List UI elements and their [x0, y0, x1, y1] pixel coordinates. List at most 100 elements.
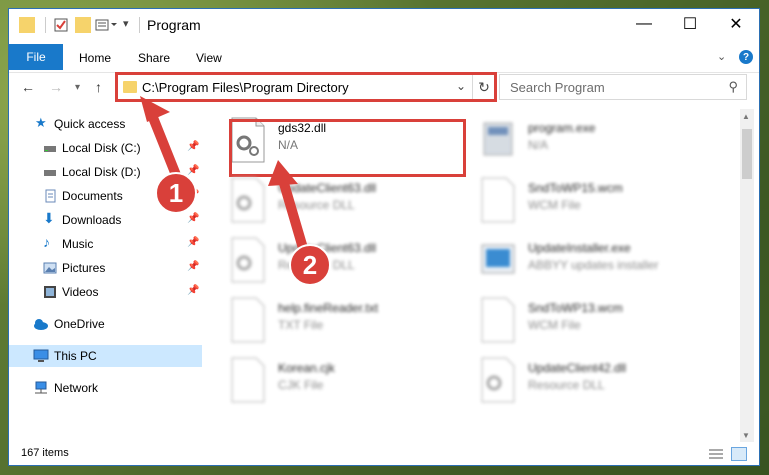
exe-file-icon — [480, 117, 516, 163]
details-view-icon[interactable] — [709, 447, 723, 459]
tab-view[interactable]: View — [196, 51, 222, 65]
pin-icon[interactable]: 📌 — [187, 261, 199, 272]
file-type: WCM File — [528, 198, 581, 212]
minimize-button[interactable]: — — [621, 9, 667, 39]
pin-icon[interactable]: 📌 — [187, 285, 199, 296]
sidebar-item-label: Documents — [62, 189, 123, 203]
file-item[interactable]: help.fineReader.txt TXT File — [212, 293, 462, 349]
properties-icon[interactable] — [53, 17, 69, 33]
file-type: Resource DLL — [528, 378, 605, 392]
file-type: ABBYY updates installer — [528, 258, 659, 272]
file-item[interactable]: UpdateClient42.dll Resource DLL — [462, 353, 712, 409]
search-box[interactable]: Search Program ⚲ — [499, 74, 747, 100]
file-type: TXT File — [278, 318, 324, 332]
file-name: Korean.cjk — [278, 361, 335, 375]
sidebar-item-onedrive[interactable]: OneDrive — [9, 313, 202, 335]
file-type: CJK File — [278, 378, 324, 392]
file-type: Resource DLL — [278, 198, 355, 212]
file-name: UpdateInstaller.exe — [528, 241, 631, 255]
sidebar-item-label: Pictures — [62, 261, 106, 275]
file-item[interactable]: SndToWP15.wcm WCM File — [462, 173, 712, 229]
pin-icon[interactable]: 📌 — [187, 165, 199, 176]
sidebar-item-label: Local Disk (C:) — [62, 141, 141, 155]
expand-ribbon-icon[interactable]: ⌄ — [717, 50, 726, 63]
scrollbar-thumb[interactable] — [742, 129, 752, 179]
download-icon: ⬇ — [43, 210, 55, 226]
file-icon — [230, 357, 266, 403]
file-name: help.fineReader.txt — [278, 301, 379, 315]
pictures-icon — [43, 261, 57, 275]
large-icons-view-icon[interactable] — [731, 447, 747, 461]
back-button[interactable]: ← — [21, 79, 35, 95]
file-name: SndToWP13.wcm — [528, 301, 623, 315]
dll-file-icon — [230, 237, 266, 283]
new-folder-icon[interactable] — [75, 17, 91, 33]
music-icon: ♪ — [43, 234, 50, 250]
file-item[interactable]: UpdateClient63.dll Resource DLL — [212, 233, 462, 289]
sidebar-item-music[interactable]: ♪ Music 📌 — [9, 233, 202, 255]
file-icon — [480, 297, 516, 343]
file-name: UpdateClient63.dll — [278, 181, 377, 195]
separator — [45, 17, 46, 33]
file-name: program.exe — [528, 121, 596, 135]
file-item[interactable]: SndToWP13.wcm WCM File — [462, 293, 712, 349]
navigation-pane: ★ Quick access Local Disk (C:) 📌 Local D… — [9, 109, 202, 434]
forward-button[interactable]: → — [49, 79, 63, 95]
sidebar-item-local-disk-c[interactable]: Local Disk (C:) 📌 — [9, 137, 202, 159]
scroll-up-icon[interactable]: ▲ — [742, 112, 750, 121]
drive-icon — [43, 141, 57, 155]
navigation-bar: ← → ▾ ↑ C:\Program Files\Program Directo… — [9, 72, 759, 103]
network-icon — [33, 381, 47, 395]
sidebar-item-label: This PC — [54, 349, 97, 363]
search-input[interactable]: Search Program — [510, 80, 605, 95]
file-icon — [480, 177, 516, 223]
file-tab[interactable]: File — [9, 44, 63, 70]
pin-icon[interactable]: 📌 — [187, 213, 199, 224]
file-highlight — [229, 119, 466, 177]
pin-icon[interactable]: 📌 — [187, 141, 199, 152]
file-item[interactable]: UpdateClient63.dll Resource DLL — [212, 173, 462, 229]
star-icon: ★ — [35, 115, 47, 130]
step-badge-two: 2 — [289, 244, 331, 286]
file-type: WCM File — [528, 318, 581, 332]
close-button[interactable]: ✕ — [713, 9, 759, 39]
sidebar-item-pictures[interactable]: Pictures 📌 — [9, 257, 202, 279]
cloud-icon — [33, 317, 48, 331]
sidebar-item-label: Music — [62, 237, 94, 251]
file-item[interactable]: UpdateInstaller.exe ABBYY updates instal… — [462, 233, 712, 289]
sidebar-item-videos[interactable]: Videos 📌 — [9, 281, 202, 303]
drive-icon — [43, 165, 57, 179]
sidebar-item-label: Videos — [62, 285, 99, 299]
dll-file-icon — [230, 177, 266, 223]
file-name: UpdateClient42.dll — [528, 361, 627, 375]
file-item-program-exe[interactable]: program.exe N/A — [462, 113, 712, 169]
up-button[interactable]: ↑ — [95, 79, 102, 95]
sidebar-item-label: OneDrive — [54, 317, 105, 331]
sidebar-item-label: Downloads — [62, 213, 122, 227]
quick-access-dropdown-icon[interactable]: ▾ — [123, 17, 139, 33]
file-type: N/A — [528, 138, 549, 152]
sidebar-item-network[interactable]: Network — [9, 377, 202, 399]
sidebar-item-label: Network — [54, 381, 99, 395]
documents-icon — [43, 189, 57, 203]
tab-share[interactable]: Share — [138, 51, 170, 65]
search-icon[interactable]: ⚲ — [728, 79, 738, 95]
file-item[interactable]: Korean.cjk CJK File — [212, 353, 462, 409]
address-bar-highlight — [115, 72, 497, 102]
sidebar-item-quick-access[interactable]: ★ Quick access — [9, 113, 202, 135]
installer-icon — [480, 237, 516, 283]
customize-quick-access-icon[interactable] — [95, 17, 117, 33]
tab-home[interactable]: Home — [79, 51, 111, 65]
recent-locations-icon[interactable]: ▾ — [75, 82, 80, 93]
sidebar-item-this-pc[interactable]: This PC — [9, 345, 202, 367]
file-name: SndToWP15.wcm — [528, 181, 623, 195]
step-badge-one: 1 — [155, 172, 197, 214]
videos-icon — [43, 285, 57, 299]
folder-icon — [19, 17, 35, 33]
pin-icon[interactable]: 📌 — [187, 237, 199, 248]
help-icon[interactable]: ? — [739, 50, 753, 64]
window-title: Program — [147, 17, 201, 33]
vertical-scrollbar[interactable]: ▲ ▼ — [740, 109, 754, 442]
maximize-button[interactable]: ☐ — [667, 9, 713, 39]
scroll-down-icon[interactable]: ▼ — [742, 431, 750, 440]
